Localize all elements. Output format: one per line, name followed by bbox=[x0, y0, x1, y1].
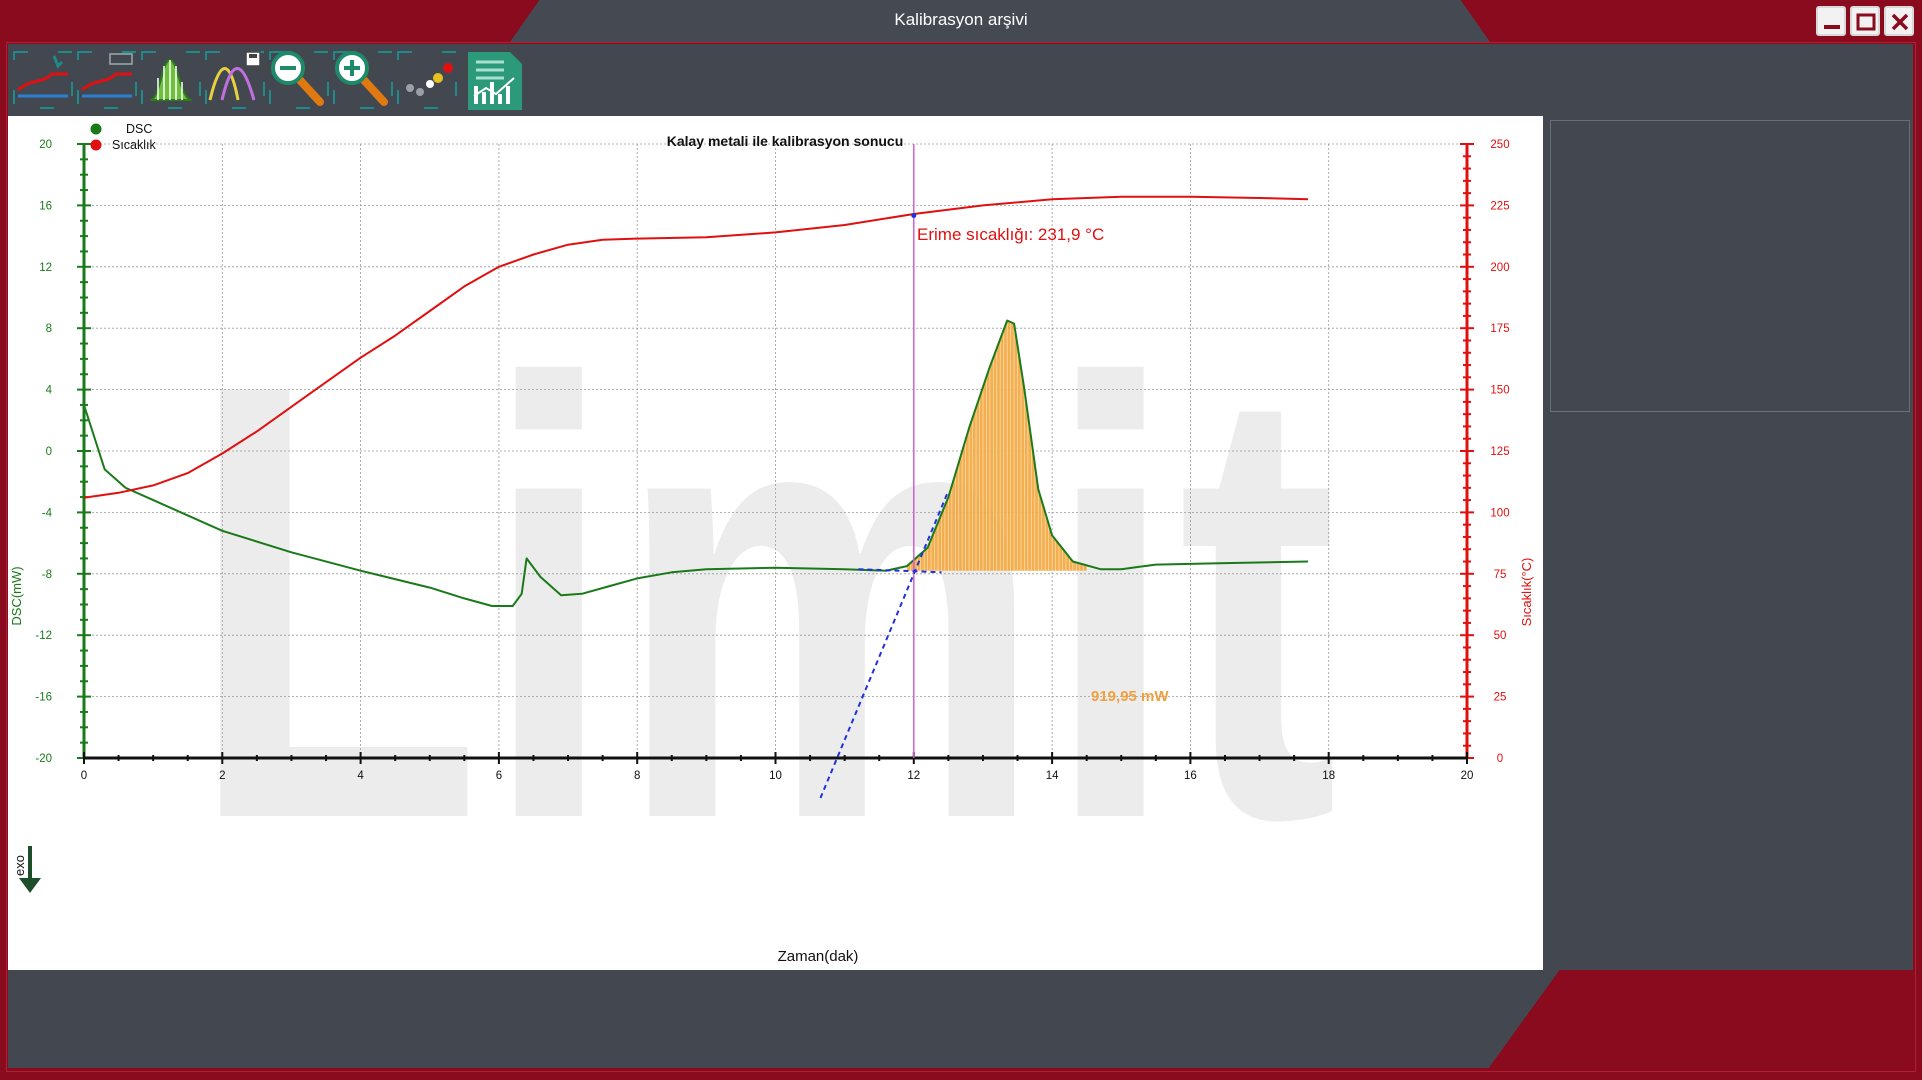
side-info-box bbox=[1550, 120, 1910, 412]
x-axis-tick-label: 6 bbox=[496, 770, 502, 782]
x-axis-tick-label: 8 bbox=[634, 770, 640, 782]
legend: DSC Sıcaklık bbox=[90, 122, 157, 152]
curve-auto-button[interactable] bbox=[76, 48, 138, 112]
right-axis-tick-label: 200 bbox=[1490, 262, 1509, 274]
window-title: Kalibrasyon arşivi bbox=[894, 10, 1028, 29]
exo-arrowhead-icon bbox=[19, 878, 41, 893]
zoom-in-button[interactable] bbox=[332, 48, 394, 112]
zoom-out-icon bbox=[269, 51, 329, 109]
left-axis-tick-label: 16 bbox=[39, 200, 52, 212]
zoom-in-icon bbox=[333, 51, 393, 109]
report-icon bbox=[468, 52, 522, 110]
right-axis-tick-label: 50 bbox=[1494, 630, 1507, 642]
scatter-points-icon bbox=[397, 51, 457, 109]
right-axis-tick-label: 75 bbox=[1494, 569, 1507, 581]
curve-select-icon bbox=[13, 51, 73, 109]
close-button[interactable] bbox=[1884, 6, 1914, 36]
x-axis-tick-label: 12 bbox=[907, 770, 920, 782]
y-axis-right-label: Sıcaklık(°C) bbox=[1519, 558, 1534, 627]
right-axis: 2502252001751501251007550250 bbox=[1460, 139, 1510, 765]
right-axis-tick-label: 150 bbox=[1490, 385, 1509, 397]
watermark: Limit bbox=[188, 256, 1338, 948]
peak-area-icon bbox=[141, 51, 201, 109]
left-axis-tick-label: 4 bbox=[46, 385, 53, 397]
x-axis-tick-label: 14 bbox=[1046, 770, 1059, 782]
right-axis-tick-label: 125 bbox=[1490, 446, 1509, 458]
exo-indicator: exo bbox=[12, 846, 41, 893]
legend-dsc-label: DSC bbox=[126, 122, 152, 136]
left-axis: 20 16 12 8 4 0 -4 -8 -12 -16 -20 bbox=[35, 139, 91, 765]
left-axis-tick-label: 12 bbox=[39, 262, 52, 274]
title-bar: Kalibrasyon arşivi bbox=[0, 0, 1922, 42]
right-axis-tick-label: 100 bbox=[1490, 507, 1509, 519]
melting-point-marker bbox=[911, 212, 917, 218]
left-axis-tick-label: 20 bbox=[39, 139, 52, 151]
toolbar bbox=[8, 44, 1913, 116]
right-axis-tick-label: 25 bbox=[1494, 692, 1507, 704]
curve-save-button[interactable] bbox=[204, 48, 266, 112]
right-axis-tick-label: 175 bbox=[1490, 323, 1509, 335]
save-icon bbox=[205, 51, 265, 109]
left-axis-tick-label: -8 bbox=[42, 569, 52, 581]
dsc-chart[interactable]: Limit 201612840-4-8-12-16-20 25022520017… bbox=[8, 116, 1543, 970]
close-icon bbox=[1891, 13, 1909, 31]
report-button[interactable] bbox=[464, 48, 526, 112]
points-button[interactable] bbox=[396, 48, 458, 112]
left-axis-tick-label: 0 bbox=[46, 446, 52, 458]
peak-area-button[interactable] bbox=[140, 48, 202, 112]
exo-label: exo bbox=[12, 855, 27, 876]
legend-temperature-dot bbox=[90, 139, 102, 151]
x-axis-tick-label: 0 bbox=[81, 770, 87, 782]
minimize-icon bbox=[1824, 25, 1840, 29]
x-axis-tick-label: 4 bbox=[357, 770, 364, 782]
chart-title: Kalay metali ile kalibrasyon sonucu bbox=[667, 133, 904, 149]
maximize-button[interactable] bbox=[1850, 6, 1880, 36]
legend-dsc-dot bbox=[90, 123, 102, 135]
left-axis-tick-label: -12 bbox=[35, 630, 52, 642]
minimize-button[interactable] bbox=[1816, 6, 1846, 36]
x-axis-label: Zaman(dak) bbox=[778, 948, 859, 965]
right-axis-tick-label: 225 bbox=[1490, 200, 1509, 212]
left-axis-tick-label: -16 bbox=[35, 692, 52, 704]
x-axis-tick-label: 10 bbox=[769, 770, 782, 782]
left-axis-tick-label: -4 bbox=[42, 507, 53, 519]
right-axis-tick-label: 0 bbox=[1497, 753, 1503, 765]
x-axis-tick-label: 20 bbox=[1461, 770, 1474, 782]
maximize-icon bbox=[1856, 13, 1876, 31]
left-axis-tick-label: 8 bbox=[46, 323, 52, 335]
y-axis-left-label: DSC(mW) bbox=[9, 566, 24, 625]
curve-auto-icon bbox=[77, 51, 137, 109]
melting-temperature-label: Erime sıcaklığı: 231,9 °C bbox=[917, 225, 1104, 244]
x-axis-tick-label: 18 bbox=[1322, 770, 1335, 782]
curve-select-button[interactable] bbox=[12, 48, 74, 112]
legend-temperature-label: Sıcaklık bbox=[112, 138, 157, 152]
x-axis-tick-label: 16 bbox=[1184, 770, 1197, 782]
right-axis-tick-label: 250 bbox=[1490, 139, 1509, 151]
watermark-text: Limit bbox=[188, 256, 1338, 948]
plot-area[interactable]: Limit 20 16 12 8 4 0 -4 -8 -12 -16 -20 250 225 200 17… bbox=[8, 116, 1543, 970]
zoom-out-button[interactable] bbox=[268, 48, 330, 112]
app-window: Kalibrasyon arşivi Limit 20 16 12 8 4 0 … bbox=[0, 0, 1922, 1080]
peak-area-label: 919,95 mW bbox=[1091, 688, 1169, 705]
left-axis-tick-label: -20 bbox=[35, 753, 52, 765]
x-axis-tick-label: 2 bbox=[219, 770, 225, 782]
